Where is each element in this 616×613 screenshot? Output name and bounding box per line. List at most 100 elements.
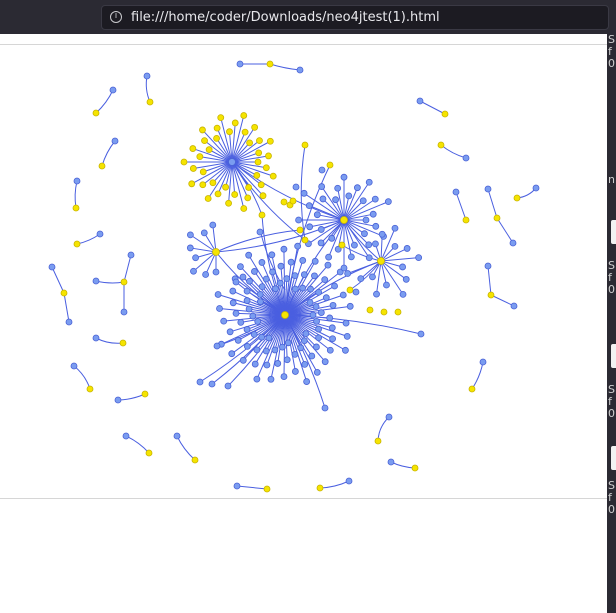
graph-node-23[interactable] [284, 339, 292, 347]
graph-node-186[interactable] [383, 281, 390, 289]
graph-node-262[interactable] [484, 185, 492, 193]
graph-node-87[interactable] [315, 288, 323, 296]
graph-node-78[interactable] [291, 285, 299, 293]
graph-node-138[interactable] [246, 139, 254, 147]
graph-node-63[interactable] [251, 268, 258, 275]
graph-node-46[interactable] [237, 318, 245, 326]
graph-node-123[interactable] [189, 165, 197, 172]
graph-node-12[interactable] [302, 330, 310, 338]
graph-node-62[interactable] [258, 283, 266, 291]
graph-node-110[interactable] [259, 192, 267, 200]
graph-node-54[interactable] [243, 297, 251, 304]
graph-node-256[interactable] [416, 97, 424, 105]
graph-node-266[interactable] [513, 194, 521, 202]
graph-node-8[interactable] [329, 335, 336, 343]
graph-node-98[interactable] [196, 378, 204, 386]
graph-node-20[interactable] [303, 378, 311, 385]
graph-node-29[interactable] [271, 346, 279, 354]
graph-node-168[interactable] [340, 173, 348, 181]
graph-node-11[interactable] [326, 346, 334, 354]
graph-node-214[interactable] [318, 166, 326, 174]
graph-node-253[interactable] [374, 437, 382, 445]
graph-node-14[interactable] [321, 358, 329, 366]
graph-node-194[interactable] [190, 267, 197, 275]
graph-node-65[interactable] [262, 275, 270, 283]
graph-node-210[interactable] [289, 197, 297, 205]
graph-node-75[interactable] [294, 242, 302, 250]
graph-node-268[interactable] [487, 291, 495, 299]
graph-node-70[interactable] [276, 279, 284, 287]
graph-node-124[interactable] [180, 158, 188, 166]
graph-node-199[interactable] [209, 221, 217, 229]
graph-node-101[interactable] [417, 330, 425, 338]
graph-node-233[interactable] [65, 318, 73, 326]
graph-node-28[interactable] [267, 375, 275, 383]
graph-node-34[interactable] [265, 334, 273, 342]
graph-node-96[interactable] [281, 311, 289, 319]
graph-node-144[interactable] [362, 216, 370, 224]
graph-node-37[interactable] [258, 333, 266, 341]
graph-node-49[interactable] [232, 309, 240, 317]
graph-node-33[interactable] [251, 360, 259, 368]
graph-node-66[interactable] [258, 259, 266, 266]
graph-node-259[interactable] [462, 154, 470, 162]
graph-node-32[interactable] [262, 347, 270, 355]
graph-node-114[interactable] [231, 191, 239, 198]
graph-node-82[interactable] [311, 272, 318, 280]
graph-node-127[interactable] [205, 146, 213, 154]
graph-node-7[interactable] [315, 325, 322, 333]
graph-node-136[interactable] [241, 128, 249, 136]
graph-node-178[interactable] [378, 230, 386, 238]
graph-node-143[interactable] [228, 158, 236, 166]
graph-node-246[interactable] [173, 432, 181, 440]
graph-node-185[interactable] [399, 290, 407, 298]
graph-node-111[interactable] [245, 184, 253, 191]
graph-node-77[interactable] [299, 257, 307, 264]
graph-node-230[interactable] [73, 240, 81, 248]
graph-node-55[interactable] [229, 287, 237, 295]
graph-node-125[interactable] [196, 153, 204, 161]
graph-node-148[interactable] [365, 241, 373, 249]
side-card[interactable] [611, 446, 616, 470]
graph-node-220[interactable] [296, 66, 304, 74]
graph-node-202[interactable] [301, 236, 309, 244]
graph-node-100[interactable] [321, 404, 329, 412]
side-card[interactable] [611, 220, 616, 244]
graph-node-52[interactable] [229, 299, 237, 307]
graph-node-69[interactable] [268, 251, 276, 259]
graph-node-30[interactable] [263, 361, 271, 369]
graph-node-36[interactable] [239, 356, 247, 364]
graph-node-137[interactable] [251, 123, 259, 131]
graph-node-109[interactable] [257, 181, 265, 189]
graph-node-56[interactable] [256, 298, 264, 306]
graph-node-50[interactable] [216, 305, 223, 312]
graph-node-147[interactable] [361, 230, 368, 238]
graph-node-94[interactable] [346, 302, 354, 310]
graph-node-19[interactable] [301, 360, 309, 368]
graph-node-242[interactable] [114, 396, 122, 404]
graph-node-155[interactable] [328, 234, 336, 242]
graph-node-39[interactable] [228, 350, 236, 358]
graph-node-240[interactable] [70, 362, 78, 370]
graph-node-95[interactable] [317, 309, 325, 316]
graph-node-16[interactable] [308, 352, 316, 360]
graph-node-154[interactable] [325, 253, 333, 261]
graph-node-187[interactable] [373, 290, 380, 298]
graph-node-15[interactable] [300, 337, 308, 345]
graph-node-205[interactable] [296, 226, 304, 234]
graph-node-248[interactable] [233, 482, 241, 490]
graph-node-90[interactable] [322, 294, 330, 302]
graph-node-67[interactable] [272, 285, 279, 293]
graph-node-237[interactable] [120, 308, 128, 316]
graph-node-165[interactable] [318, 183, 326, 190]
graph-node-188[interactable] [369, 273, 376, 281]
graph-node-13[interactable] [313, 343, 320, 351]
graph-node-4[interactable] [313, 317, 320, 325]
graph-node-159[interactable] [306, 223, 314, 231]
graph-node-231[interactable] [48, 263, 56, 271]
graph-node-223[interactable] [109, 86, 117, 94]
graph-node-222[interactable] [146, 98, 154, 106]
graph-node-73[interactable] [283, 275, 291, 283]
graph-node-181[interactable] [403, 245, 411, 252]
graph-node-258[interactable] [437, 141, 445, 149]
